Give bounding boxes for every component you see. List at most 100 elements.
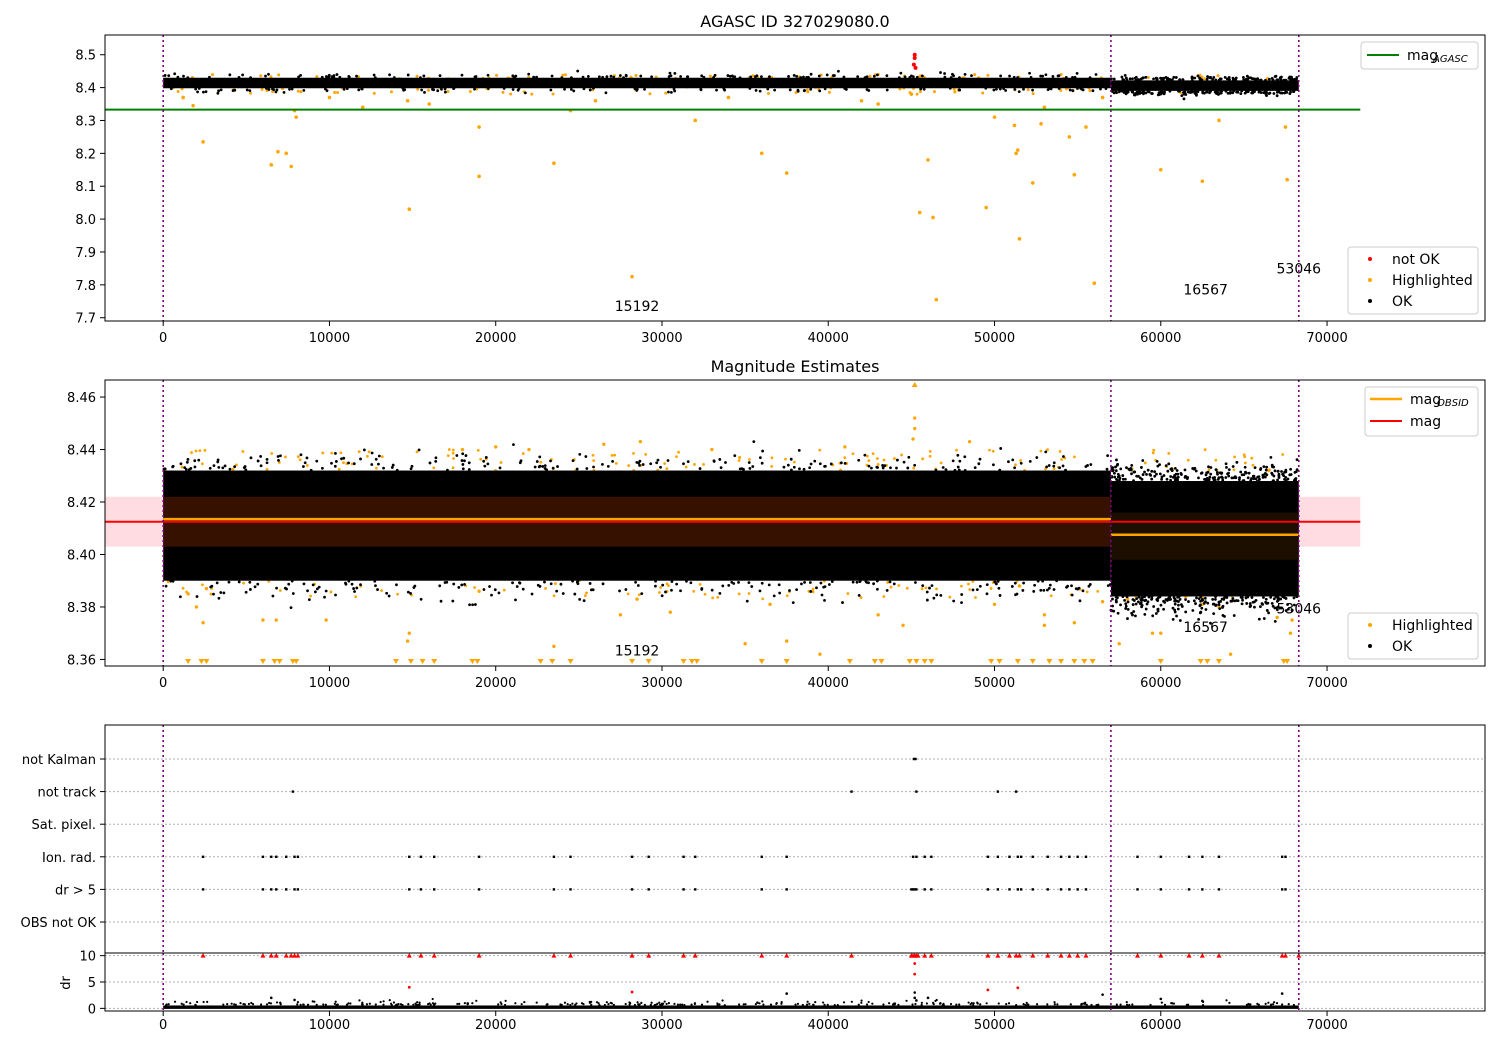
panel2-0-ok-point	[582, 599, 586, 603]
panel2-0-ok-point	[391, 463, 395, 467]
panel2-0-ok-point	[661, 583, 665, 587]
panel4-dr-point	[315, 1003, 318, 1006]
panel1-ytick-label-8: 8.0	[75, 213, 96, 228]
panel1-1-ok-point	[1146, 90, 1150, 93]
panel2-1-ok-point	[1191, 609, 1195, 612]
panel2-highlighted-point	[659, 586, 663, 589]
panel4-dr-clipped-mark	[1066, 953, 1072, 958]
panel4-dr-point	[368, 1002, 371, 1005]
panel4-dr-point	[365, 1003, 369, 1006]
panel2-highlighted-point	[1159, 631, 1163, 635]
panel2-0-ok-point	[323, 595, 326, 599]
panel1-highlighted-point	[327, 95, 332, 100]
panel2-0-ok-point	[482, 459, 486, 463]
panel2-0-ok-point	[679, 589, 682, 593]
panel2-0-ok-point	[727, 583, 731, 587]
panel2-1-ok-point	[1269, 595, 1273, 599]
panel1-0-ok-point	[436, 89, 440, 93]
panel1-1-ok-point	[1160, 78, 1164, 82]
panel2-1-ok-point	[1149, 473, 1153, 477]
panel2-1-ok-point	[1143, 595, 1147, 599]
panel3-flag-mark	[1046, 888, 1049, 891]
panel2-highlighted-clipped-low	[645, 659, 652, 664]
panel1-1-ok-point	[1205, 90, 1209, 94]
panel2-0-ok-point	[930, 584, 934, 588]
panel1-highlighted-point	[784, 171, 789, 175]
panel1-ytick-label-7.8: 7.8	[75, 279, 96, 294]
panel2-0-ok-point	[960, 601, 963, 605]
panel1-legend-ok-marker	[1368, 299, 1372, 303]
panel2-highlighted-point	[405, 639, 410, 643]
panel1-0-ok-point	[245, 88, 249, 92]
panel2-highlighted-point	[204, 586, 209, 591]
panel2-0-ok-point	[790, 468, 793, 472]
panel2-0-ok-point	[875, 465, 879, 469]
panel2-highlighted-point	[1014, 463, 1017, 467]
panel1-highlighted-point	[876, 102, 880, 106]
panel2-highlighted-point	[928, 450, 932, 453]
panel1-xtick-label-30000: 30000	[641, 331, 682, 346]
panel4-dr-point	[911, 1003, 914, 1006]
panel4-dr-point	[392, 1001, 396, 1004]
panel3-flag-mark	[1187, 888, 1191, 891]
panel2-highlighted-point	[477, 589, 481, 593]
panel2-0-ok-point	[446, 468, 449, 472]
panel2-1-ok-point	[1209, 472, 1213, 476]
panel1-0-ok-point	[324, 87, 327, 91]
panel4-dr-point	[612, 1003, 615, 1006]
panel1-0-ok-point	[872, 74, 876, 78]
panel3-flag-mark	[1284, 888, 1287, 891]
panel2-0-ok-point	[535, 460, 539, 463]
panel2-0-ok-point	[193, 465, 197, 469]
panel4-dr-point	[860, 1001, 863, 1004]
panel2-highlighted-point	[1228, 652, 1233, 656]
panel2-1-ok-point	[1173, 610, 1177, 614]
panel2-1-ok-point	[1155, 459, 1159, 463]
panel1-0-ok-point	[1039, 74, 1043, 78]
panel2-highlighted-point	[270, 452, 274, 455]
panel1-highlighted-point	[530, 92, 534, 96]
panel2-highlighted-point	[693, 463, 696, 466]
panel2-0-ok-point	[809, 462, 813, 466]
panel2-0-ok-point	[359, 583, 362, 587]
panel2-1-ok-point	[1218, 607, 1222, 611]
panel4-dr-point	[1149, 1003, 1152, 1007]
panel1-0-ok-point	[679, 75, 683, 78]
panel2-highlighted-point	[194, 449, 198, 453]
panel1-0-ok-point	[440, 87, 443, 91]
panel4-dr-point	[471, 1002, 474, 1005]
panel2-ytick-label-8.44: 8.44	[67, 444, 96, 459]
panel2-0-ok-point	[977, 462, 981, 466]
panel1-highlighted-point	[868, 74, 872, 78]
panel2-1-ok-point	[1162, 599, 1165, 603]
panel3-flag-mark	[291, 790, 295, 793]
panel2-0-ok-point	[219, 591, 223, 594]
panel1-highlighted-point	[1084, 125, 1088, 129]
panel2-0-ok-point	[654, 579, 657, 583]
panel2-highlighted-point	[367, 450, 371, 454]
panel2-highlighted-point	[614, 461, 618, 465]
panel2-highlighted-point	[180, 465, 184, 469]
panel1-highlighted-point	[294, 115, 299, 119]
panel4-dr-point	[265, 1003, 269, 1006]
panel4-dr-point	[1159, 997, 1163, 1001]
panel2-0-ok-point	[1019, 461, 1023, 465]
panel2-highlighted-clipped-low	[549, 659, 556, 664]
panel2-1-ok-point	[1177, 603, 1180, 607]
panel1-1-ok-point	[1140, 91, 1144, 95]
panel4-dr-point	[1053, 1003, 1056, 1006]
panel2-highlighted-point	[309, 594, 312, 598]
panel2-highlighted-point	[1058, 450, 1062, 453]
panel2-1-ok-point	[1191, 467, 1195, 470]
panel2-highlighted-point	[602, 442, 606, 446]
panel2-1-ok-point	[1241, 598, 1244, 602]
panel2-0-ok-point	[820, 593, 824, 597]
panel3-flag-mark	[1201, 888, 1204, 891]
panel4-dr-point	[358, 999, 361, 1002]
panel1-0-ok-point	[1004, 89, 1008, 92]
panel2-0-ok-point	[1045, 465, 1049, 469]
panel2-0-ok-point	[178, 595, 182, 599]
panel2-highlighted-point	[989, 587, 993, 590]
panel4-dr-point	[871, 1002, 874, 1005]
panel4-dr-base-band	[163, 1005, 1299, 1009]
